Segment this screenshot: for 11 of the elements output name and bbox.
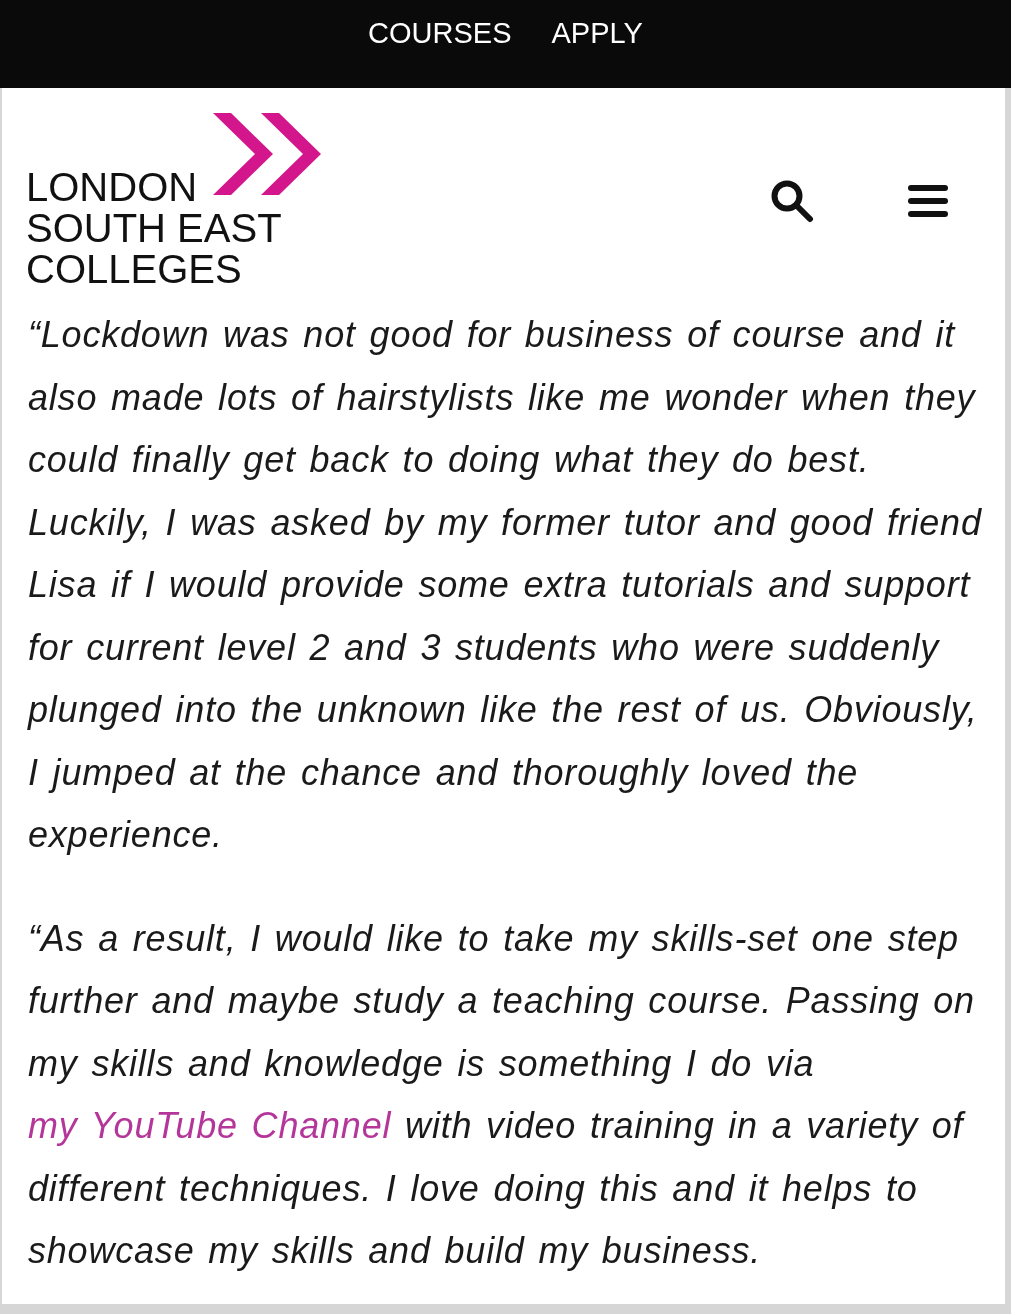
chevrons-logo-icon [213, 113, 322, 195]
channel-link[interactable]: my YouTube Channel [28, 1105, 392, 1146]
nav-link[interactable]: COURSES [368, 13, 512, 53]
quote-paragraph: “Lockdown was not good for business of course and it also made lots of hairstylists like me wonder when they could finally get back to doing what they do best. Luckily, I was asked by my former tutor and good friend Lisa if I would provide some extra tutorials and support for current level 2 and 3 students who were suddenly plunged into the unknown like the rest of us. Obviously, I jumped at the chance and thoroughly loved the experience. [28, 313, 983, 857]
logo-text: COLLEGES [26, 249, 243, 290]
quote-paragraph: “As a result, I would like to take my skills-set one step further and maybe study a teaching course. Passing on my skills and knowledge is something I do via my YouTube Channel with video training in a variety of different techniques. I love doing this and it helps to showcase my skills and build my business. [28, 916, 976, 1273]
menu-icon[interactable] [908, 183, 948, 219]
logo-text: SOUTH EAST [26, 208, 283, 249]
nav-link[interactable]: APPLY [551, 13, 643, 53]
search-icon[interactable] [770, 179, 814, 223]
logo-text: LONDON [26, 167, 198, 208]
